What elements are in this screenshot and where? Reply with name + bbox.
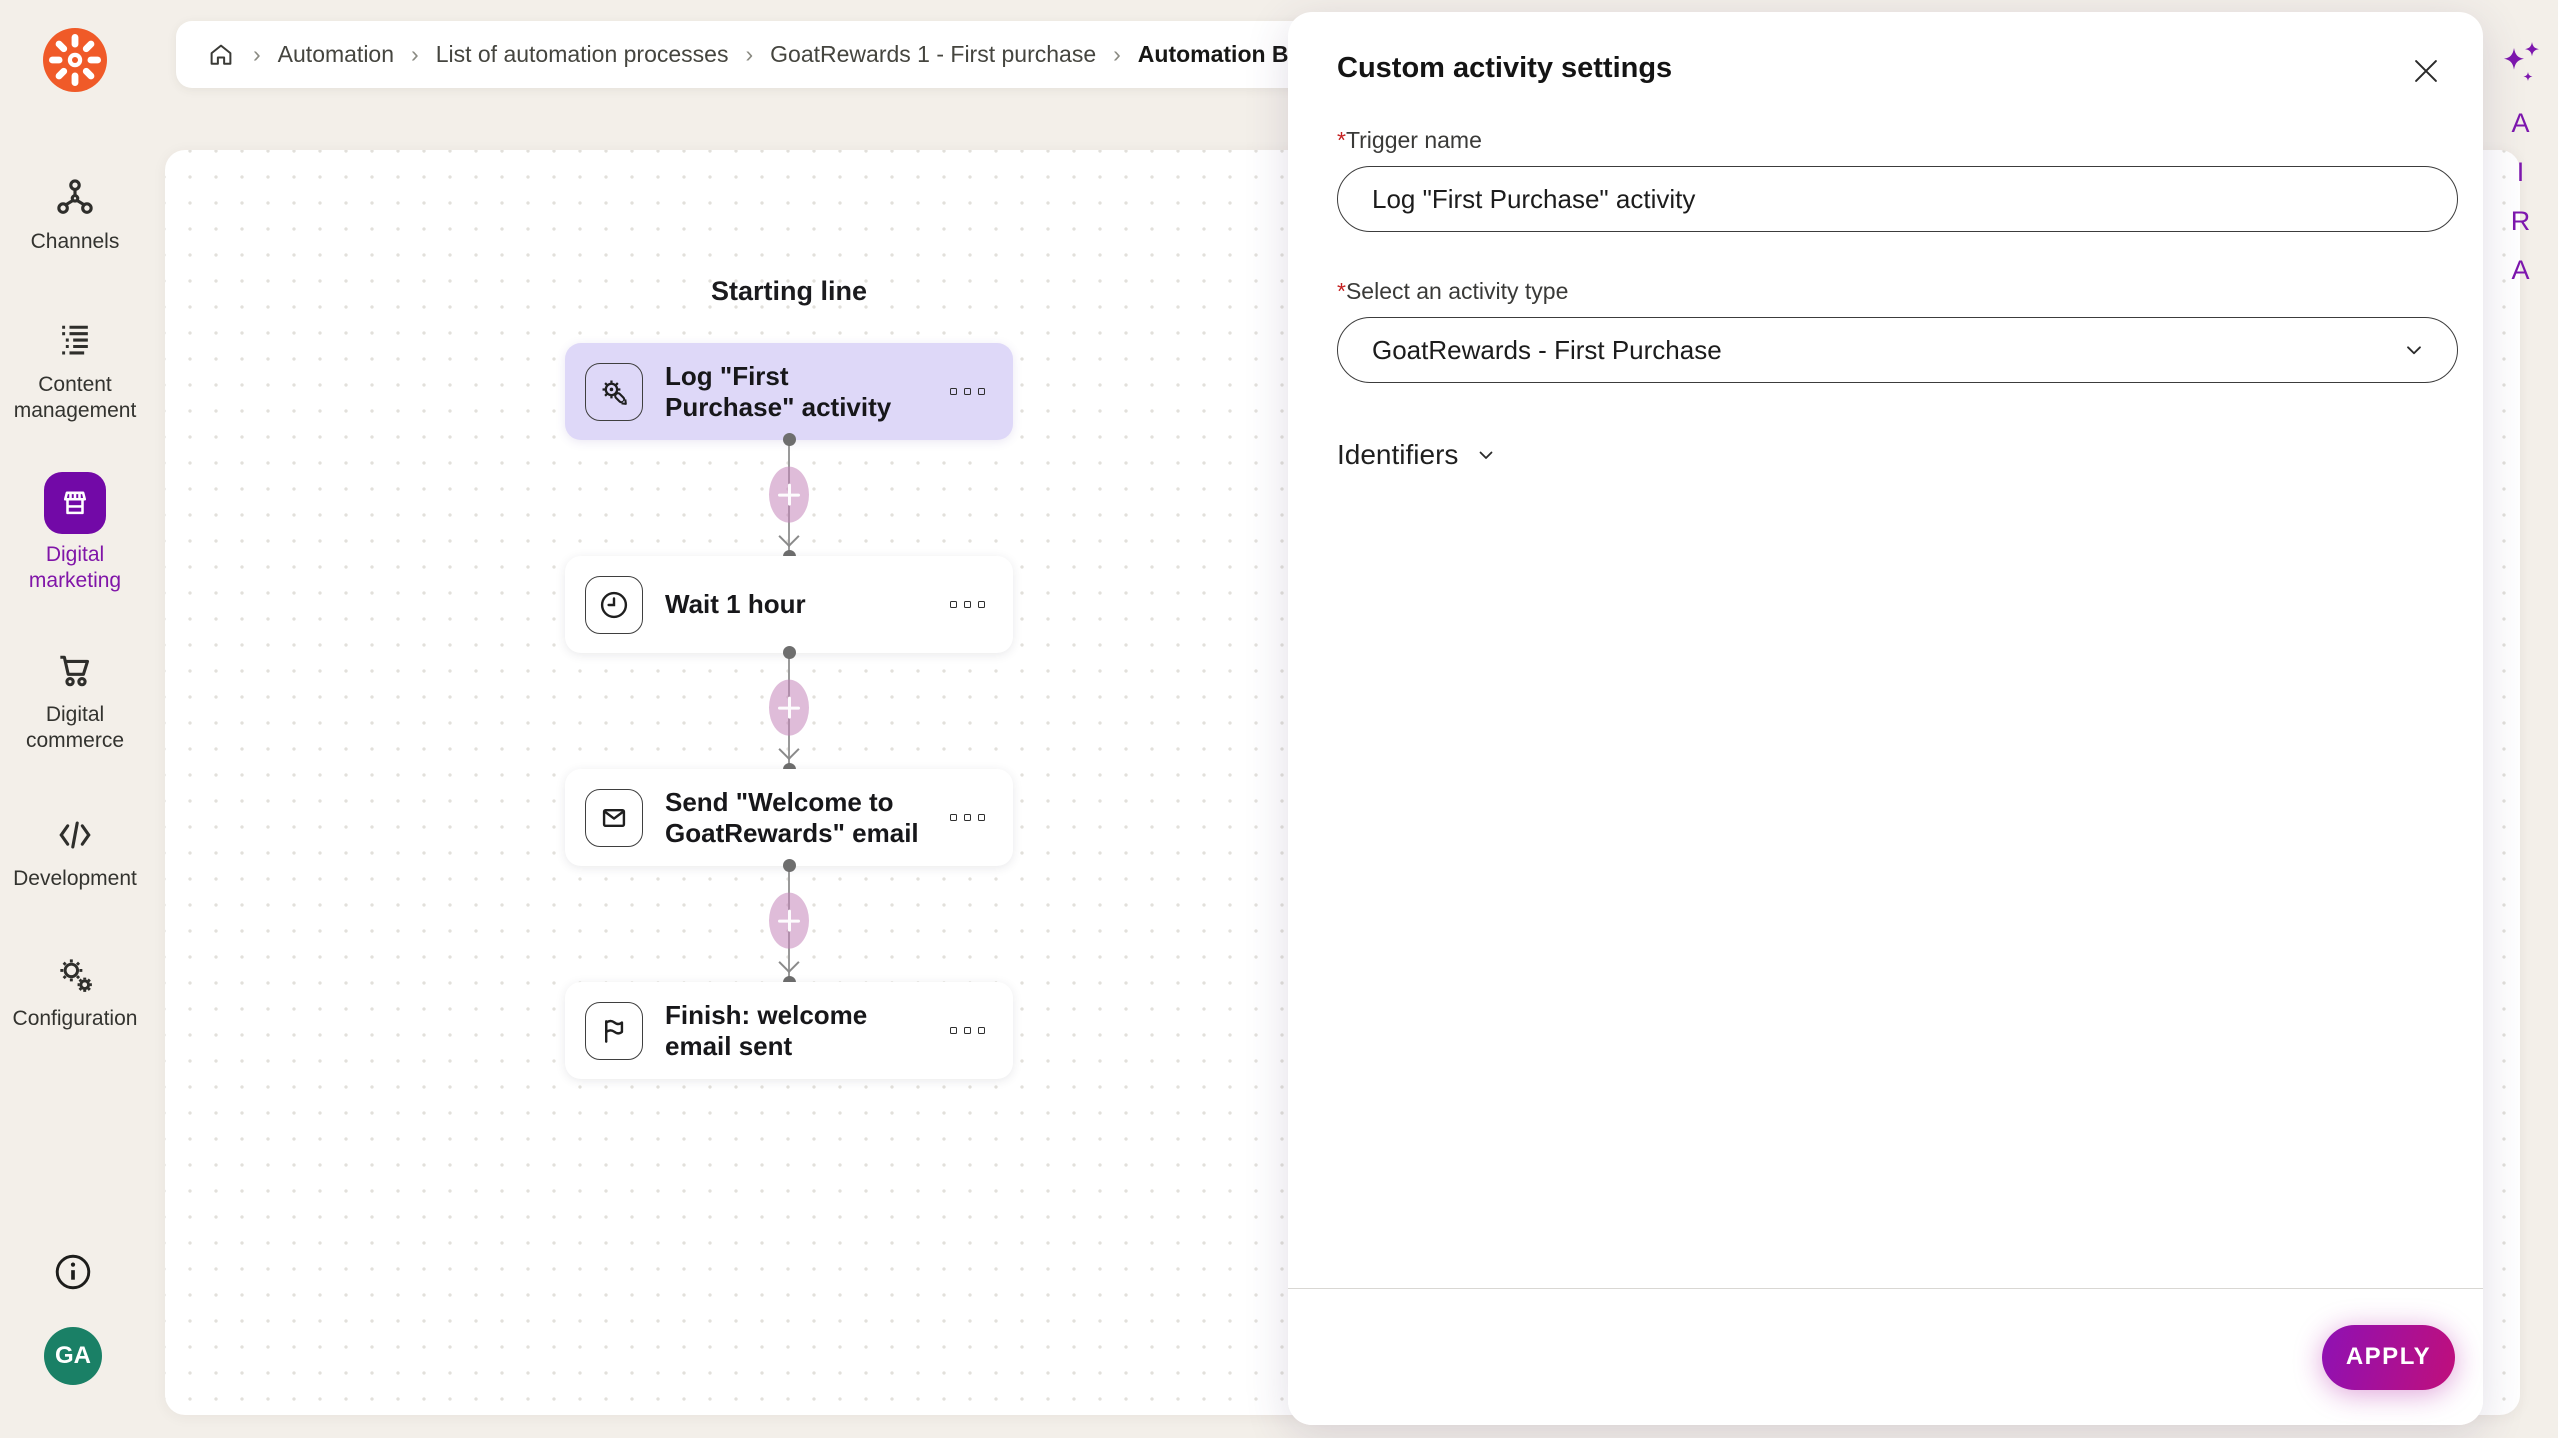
close-icon: [2409, 54, 2443, 88]
arrow-down-icon: [778, 952, 799, 973]
custom-activity-icon: [585, 363, 643, 421]
flow-node-send-welcome-email[interactable]: Send "Welcome to GoatRewards" email: [565, 769, 1013, 866]
sidebar-item-configuration[interactable]: Configuration: [0, 952, 150, 1032]
add-step-button[interactable]: [769, 893, 809, 949]
clock-icon: [585, 576, 643, 634]
automation-flow: Starting line Log "First Purchase" activ…: [565, 276, 1013, 1079]
sidebar-item-channels[interactable]: Channels: [0, 175, 150, 255]
sidebar-item-label: Configuration: [13, 1006, 138, 1032]
home-icon: [206, 40, 236, 70]
chevron-down-icon: [2401, 337, 2427, 363]
node-more-menu-button[interactable]: [942, 382, 993, 401]
flag-icon: [585, 1002, 643, 1060]
node-title: Wait 1 hour: [665, 589, 920, 620]
sidebar-item-digital-commerce[interactable]: Digital commerce: [0, 648, 150, 754]
sidebar-item-label: Development: [13, 866, 137, 892]
channels-icon: [52, 175, 98, 221]
node-title: Log "First Purchase" activity: [665, 361, 920, 423]
flow-connector: [565, 653, 1013, 769]
apply-button[interactable]: APPLY: [2322, 1325, 2455, 1390]
breadcrumb: › Automation › List of automation proces…: [176, 21, 1336, 88]
trigger-name-input[interactable]: [1337, 166, 2458, 232]
info-icon: [51, 1250, 95, 1294]
close-panel-button[interactable]: [2409, 54, 2443, 88]
node-more-menu-button[interactable]: [942, 595, 993, 614]
sparkles-icon: [2498, 40, 2544, 90]
arrow-down-icon: [778, 739, 799, 760]
home-breadcrumb-button[interactable]: [206, 40, 236, 70]
sidebar-item-label: Content management: [0, 372, 150, 424]
user-avatar[interactable]: GA: [44, 1327, 102, 1385]
node-title: Send "Welcome to GoatRewards" email: [665, 787, 920, 849]
sidebar-item-label: Channels: [31, 229, 120, 255]
add-step-button[interactable]: [769, 467, 809, 523]
arrow-down-icon: [778, 526, 799, 547]
flow-connector: [565, 440, 1013, 556]
aira-letter: R: [2511, 206, 2531, 237]
custom-activity-settings-panel: Custom activity settings *Trigger name *…: [1288, 12, 2483, 1425]
identifiers-label: Identifiers: [1337, 439, 1458, 471]
node-more-menu-button[interactable]: [942, 808, 993, 827]
starting-line-title: Starting line: [565, 276, 1013, 307]
required-marker: *: [1337, 127, 1346, 153]
trigger-name-label: *Trigger name: [1337, 127, 2458, 154]
digital-marketing-icon: [44, 472, 106, 534]
aira-letter: A: [2511, 108, 2529, 139]
breadcrumb-separator: ›: [411, 41, 419, 68]
development-icon: [52, 812, 98, 858]
email-icon: [585, 789, 643, 847]
activity-type-select[interactable]: GoatRewards - First Purchase: [1337, 317, 2458, 383]
panel-title: Custom activity settings: [1337, 52, 2458, 85]
breadcrumb-item-automation[interactable]: Automation: [278, 41, 394, 68]
sidebar-item-label: Digital marketing: [0, 542, 150, 594]
avatar-initials: GA: [55, 1342, 91, 1370]
info-button[interactable]: [51, 1250, 95, 1294]
activity-type-value: GoatRewards - First Purchase: [1372, 335, 1722, 366]
chevron-down-icon: [1474, 443, 1498, 467]
sidebar-item-digital-marketing[interactable]: Digital marketing: [0, 472, 150, 594]
panel-footer: APPLY: [1288, 1288, 2483, 1425]
node-more-menu-button[interactable]: [942, 1021, 993, 1040]
flow-node-log-first-purchase[interactable]: Log "First Purchase" activity: [565, 343, 1013, 440]
add-step-button[interactable]: [769, 680, 809, 736]
content-management-icon: [52, 318, 98, 364]
main-sidebar: Channels Content management Digital mark…: [0, 0, 150, 1438]
breadcrumb-separator: ›: [745, 41, 753, 68]
configuration-icon: [52, 952, 98, 998]
sidebar-item-label: Digital commerce: [0, 702, 150, 754]
aira-letter: A: [2511, 255, 2529, 286]
identifiers-toggle[interactable]: Identifiers: [1337, 439, 1498, 471]
activity-type-label: *Select an activity type: [1337, 278, 2458, 305]
flow-connector: [565, 866, 1013, 982]
aira-assistant-tab[interactable]: A I R A: [2483, 0, 2558, 1438]
breadcrumb-separator: ›: [1113, 41, 1121, 68]
digital-commerce-icon: [52, 648, 98, 694]
node-title: Finish: welcome email sent: [665, 1000, 920, 1062]
flow-node-wait-1-hour[interactable]: Wait 1 hour: [565, 556, 1013, 653]
sidebar-item-content-management[interactable]: Content management: [0, 318, 150, 424]
breadcrumb-item-process[interactable]: GoatRewards 1 - First purchase: [770, 41, 1096, 68]
aira-letter: I: [2517, 157, 2525, 188]
required-marker: *: [1337, 278, 1346, 304]
breadcrumb-separator: ›: [253, 41, 261, 68]
flow-node-finish[interactable]: Finish: welcome email sent: [565, 982, 1013, 1079]
sidebar-item-development[interactable]: Development: [0, 812, 150, 892]
breadcrumb-item-process-list[interactable]: List of automation processes: [436, 41, 729, 68]
